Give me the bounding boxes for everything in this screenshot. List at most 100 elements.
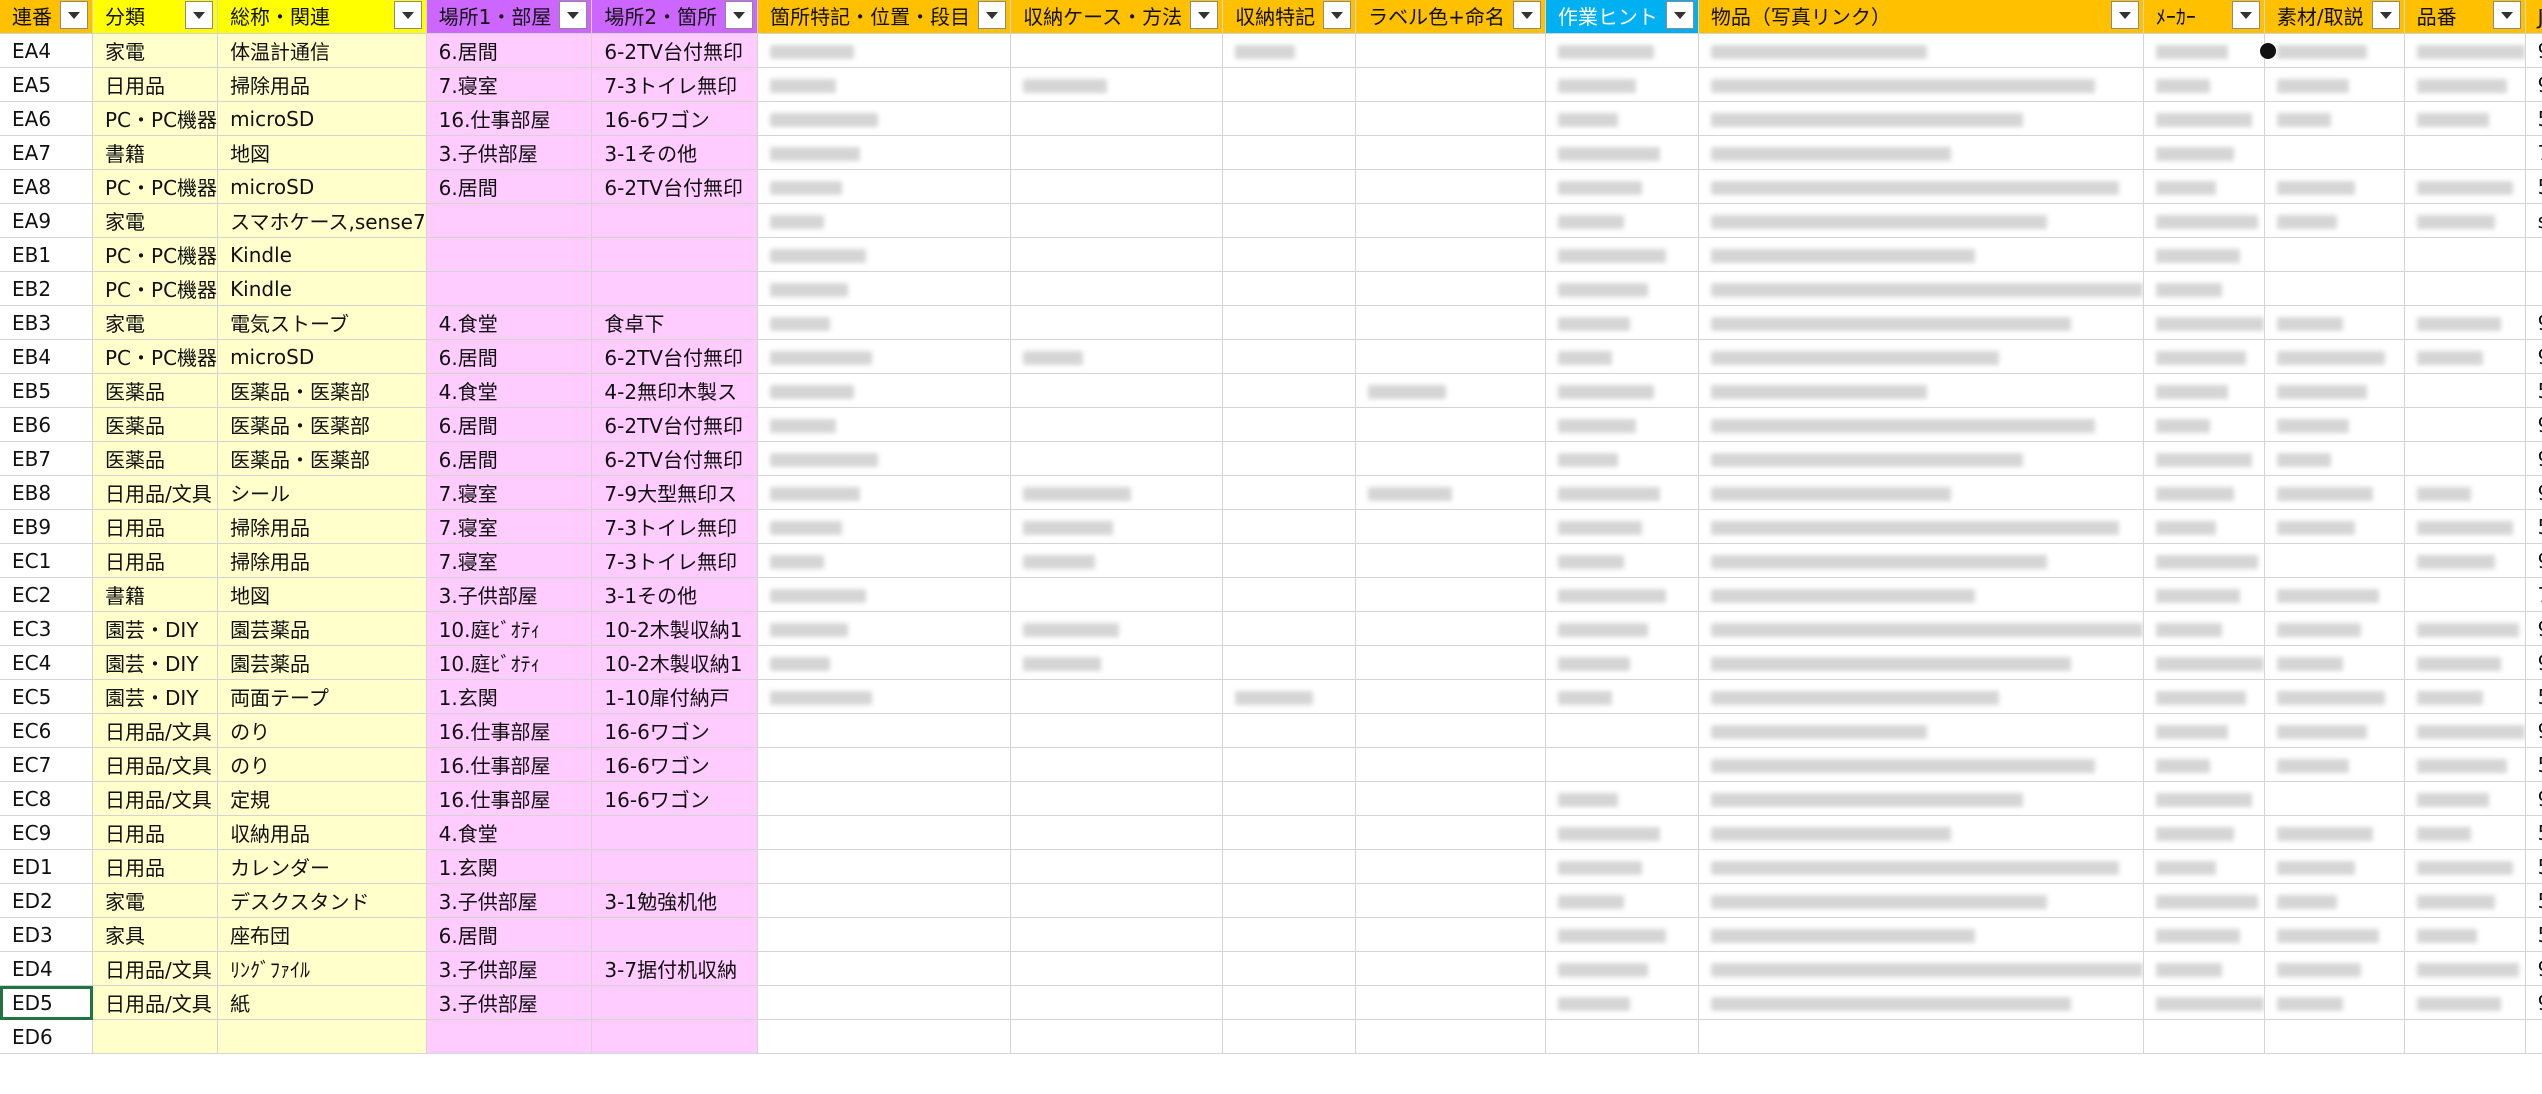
cell-obscured[interactable]: [1698, 203, 2144, 238]
cell-jan[interactable]: 9019: [2525, 713, 2542, 748]
cell-obscured[interactable]: [1698, 679, 2144, 714]
cell-obscured[interactable]: [2143, 849, 2265, 884]
cell-obscured[interactable]: [1545, 747, 1699, 782]
cell-obscured[interactable]: [1355, 679, 1546, 714]
cell-jan[interactable]: 5807: [2525, 509, 2542, 544]
cell-id[interactable]: ED6: [0, 1019, 93, 1054]
column-header-3[interactable]: 場所1・部屋: [426, 0, 593, 34]
cell-obscured[interactable]: [2143, 543, 2265, 578]
cell-obscured[interactable]: [1355, 271, 1546, 306]
cell-location1[interactable]: [426, 1019, 593, 1054]
cell-obscured[interactable]: [2264, 271, 2405, 306]
cell-category[interactable]: 日用品/文具: [92, 747, 219, 782]
cell-location2[interactable]: 16-6ワゴン: [591, 781, 759, 816]
cell-obscured[interactable]: [1222, 339, 1357, 374]
cell-obscured[interactable]: [1010, 339, 1224, 374]
cell-obscured[interactable]: [2404, 203, 2526, 238]
cell-location1[interactable]: 6.居間: [426, 169, 593, 204]
cell-obscured[interactable]: [1355, 849, 1546, 884]
cell-obscured[interactable]: [2264, 475, 2405, 510]
cell-obscured[interactable]: [1545, 509, 1699, 544]
cell-obscured[interactable]: [2143, 339, 2265, 374]
cell-id[interactable]: EC5: [0, 679, 93, 714]
cell-category[interactable]: 家電: [92, 883, 219, 918]
cell-obscured[interactable]: [1010, 849, 1224, 884]
cell-obscured[interactable]: [1222, 577, 1357, 612]
cell-location1[interactable]: 4.食堂: [426, 815, 593, 850]
cell-obscured[interactable]: [757, 237, 1012, 272]
cell-jan[interactable]: 9754: [2525, 33, 2542, 68]
cell-jan[interactable]: [2525, 237, 2542, 272]
cell-jan[interactable]: 9873: [2525, 407, 2542, 442]
cell-jan[interactable]: 5826: [2525, 917, 2542, 952]
cell-general[interactable]: 医薬品・医薬部: [217, 407, 427, 442]
cell-location2[interactable]: 6-2TV台付無印: [591, 33, 759, 68]
cell-id[interactable]: EC2: [0, 577, 93, 612]
cell-obscured[interactable]: [2404, 815, 2526, 850]
cell-obscured[interactable]: [1545, 475, 1699, 510]
cell-obscured[interactable]: [2264, 985, 2405, 1020]
cell-obscured[interactable]: [2404, 577, 2526, 612]
cell-location2[interactable]: 3-1その他: [591, 135, 759, 170]
cell-category[interactable]: 書籍: [92, 577, 219, 612]
cell-obscured[interactable]: [2404, 713, 2526, 748]
cell-obscured[interactable]: [757, 67, 1012, 102]
cell-obscured[interactable]: [1355, 135, 1546, 170]
cell-category[interactable]: 日用品: [92, 815, 219, 850]
cell-obscured[interactable]: [1222, 67, 1357, 102]
cell-id[interactable]: EC8: [0, 781, 93, 816]
cell-obscured[interactable]: [1355, 577, 1546, 612]
cell-obscured[interactable]: [2404, 781, 2526, 816]
cell-category[interactable]: PC・PC機器: [92, 339, 219, 374]
cell-obscured[interactable]: [1010, 101, 1224, 136]
cell-obscured[interactable]: [757, 373, 1012, 408]
cell-obscured[interactable]: [1010, 135, 1224, 170]
cell-obscured[interactable]: [757, 135, 1012, 170]
cell-obscured[interactable]: [2264, 577, 2405, 612]
cell-jan[interactable]: 5493: [2525, 849, 2542, 884]
cell-id[interactable]: EB1: [0, 237, 93, 272]
column-header-5[interactable]: 箇所特記・位置・段目: [757, 0, 1012, 34]
cell-obscured[interactable]: [1698, 33, 2144, 68]
cell-obscured[interactable]: [1545, 407, 1699, 442]
cell-obscured[interactable]: [2404, 849, 2526, 884]
cell-location2[interactable]: 3-7据付机収納: [591, 951, 759, 986]
cell-obscured[interactable]: [1698, 815, 2144, 850]
filter-dropdown-icon[interactable]: [2371, 1, 2400, 29]
cell-obscured[interactable]: [2143, 679, 2265, 714]
cell-obscured[interactable]: [2264, 883, 2405, 918]
cell-location1[interactable]: [426, 271, 593, 306]
cell-location1[interactable]: 3.子供部屋: [426, 135, 593, 170]
cell-obscured[interactable]: [2404, 645, 2526, 680]
cell-obscured[interactable]: [2143, 101, 2265, 136]
cell-obscured[interactable]: [2404, 407, 2526, 442]
cell-general[interactable]: Kindle: [217, 271, 427, 306]
cell-obscured[interactable]: [1545, 67, 1699, 102]
cell-obscured[interactable]: [1698, 951, 2144, 986]
cell-id[interactable]: EB5: [0, 373, 93, 408]
column-header-0[interactable]: 連番: [0, 0, 93, 34]
cell-id[interactable]: EB7: [0, 441, 93, 476]
cell-obscured[interactable]: [1010, 407, 1224, 442]
cell-obscured[interactable]: [757, 985, 1012, 1020]
cell-obscured[interactable]: [2143, 917, 2265, 952]
cell-obscured[interactable]: [2143, 373, 2265, 408]
cell-id[interactable]: EB9: [0, 509, 93, 544]
cell-jan[interactable]: 9017: [2525, 441, 2542, 476]
cell-obscured[interactable]: [2264, 33, 2405, 68]
cell-category[interactable]: 日用品: [92, 849, 219, 884]
cell-id[interactable]: EA7: [0, 135, 93, 170]
cell-location1[interactable]: 16.仕事部屋: [426, 781, 593, 816]
cell-obscured[interactable]: [1698, 543, 2144, 578]
cell-obscured[interactable]: [1355, 917, 1546, 952]
cell-obscured[interactable]: [1355, 33, 1546, 68]
cell-general[interactable]: デスクスタンド: [217, 883, 427, 918]
cell-obscured[interactable]: [1010, 305, 1224, 340]
cell-obscured[interactable]: [1698, 271, 2144, 306]
cell-location2[interactable]: [591, 985, 759, 1020]
cell-obscured[interactable]: [1222, 271, 1357, 306]
cell-general[interactable]: 地図: [217, 135, 427, 170]
cell-id[interactable]: EA5: [0, 67, 93, 102]
cell-jan[interactable]: 5473: [2525, 815, 2542, 850]
cell-obscured[interactable]: [2404, 543, 2526, 578]
